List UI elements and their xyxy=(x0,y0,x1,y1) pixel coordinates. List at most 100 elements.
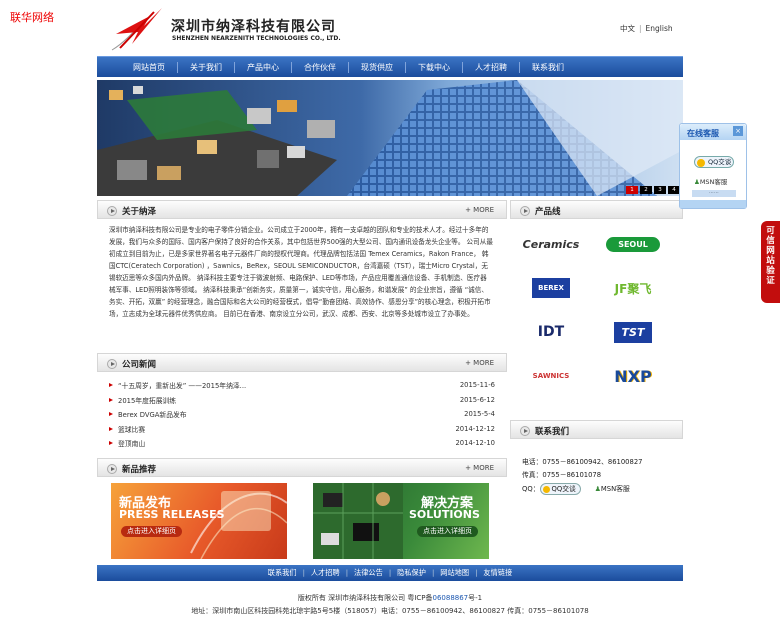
new-products-panel: 新品推荐 + MORE 新品发布 PRESS RELEASES 点击进入详细页 … xyxy=(97,458,507,562)
about-header: 关于纳泽 + MORE xyxy=(97,200,507,219)
icp-suffix: 号-1 xyxy=(468,594,483,602)
side-tab-char: 可 xyxy=(766,226,775,236)
contact-title: 联系我们 xyxy=(535,427,570,437)
news-item[interactable]: 2015年度拓展训练 2015-6-12 xyxy=(109,393,495,408)
qq-chat-button[interactable]: QQ交谈 xyxy=(539,483,581,495)
banner-pager: 1 2 3 4 xyxy=(626,186,680,194)
icp-link[interactable]: 06088867 xyxy=(433,594,469,602)
products-title: 新品推荐 xyxy=(122,465,157,475)
company-name-cn: 深圳市纳泽科技有限公司 xyxy=(171,19,336,35)
msn-link[interactable]: ♟MSN客服 xyxy=(595,485,630,493)
news-item-title[interactable]: 2015年度拓展训练 xyxy=(109,395,176,405)
nav-label[interactable]: 下载中心 xyxy=(418,62,450,73)
close-icon[interactable]: × xyxy=(733,126,743,136)
brand-berex-logo[interactable]: BEREX xyxy=(516,274,586,302)
company-name-en: SHENZHEN NEARZENITH TECHNOLOGIES CO., LT… xyxy=(172,35,341,42)
arrow-bullet-icon xyxy=(520,426,530,436)
brand-seoul-logo[interactable]: SEOUL xyxy=(598,230,668,258)
nav-label[interactable]: 人才招聘 xyxy=(475,62,507,73)
product-line-header: 产品线 xyxy=(510,200,683,219)
banner-page-button[interactable]: 1 xyxy=(626,186,638,194)
brand-label: JF聚飞 xyxy=(614,281,652,296)
nav-label[interactable]: 联系我们 xyxy=(532,62,564,73)
brand-label: BEREX xyxy=(532,278,570,298)
news-more-link[interactable]: + MORE xyxy=(465,359,494,367)
about-text: 深圳市纳泽科技有限公司是专业的电子零件分销企业。公司成立于2000年，拥有一支卓… xyxy=(109,226,493,318)
nav-item-partners[interactable]: 合作伙伴 xyxy=(304,62,361,73)
arrow-bullet-icon xyxy=(107,206,117,216)
nav-item-home[interactable]: 网站首页 xyxy=(133,62,190,73)
footer-copyright: 版权所有 深圳市纳泽科技有限公司 粤ICP备06088867号-1 xyxy=(0,593,780,603)
nav-item-download[interactable]: 下载中心 xyxy=(418,62,475,73)
footer-link-friends[interactable]: 友情链接 xyxy=(483,568,512,578)
news-item-date: 2015-5-4 xyxy=(464,410,495,419)
brand-sawnics-logo[interactable]: SAWNICS xyxy=(516,362,586,390)
footer-link-sitemap[interactable]: 网站地图 xyxy=(440,568,469,578)
nav-label[interactable]: 合作伙伴 xyxy=(304,62,336,73)
promo2-subtitle: SOLUTIONS xyxy=(409,508,480,521)
company-logo[interactable]: 深圳市纳泽科技有限公司 SHENZHEN NEARZENITH TECHNOLO… xyxy=(110,4,350,54)
about-panel: 关于纳泽 + MORE 深圳市纳泽科技有限公司是专业的电子零件分销企业。公司成立… xyxy=(97,200,507,348)
promo2-detail-button[interactable]: 点击进入详细页 xyxy=(417,526,478,537)
trusted-site-verification-tab[interactable]: 可 信 网 站 验 证 xyxy=(761,221,780,303)
language-switcher: 中文 | English xyxy=(620,24,673,33)
news-item[interactable]: “十五周岁，重新出发” ——2015年纳泽... 2015-11-6 xyxy=(109,378,495,393)
news-item-title[interactable]: 篮球比赛 xyxy=(109,424,145,434)
lang-en-link[interactable]: English xyxy=(646,24,673,33)
lang-cn-link[interactable]: 中文 xyxy=(620,24,635,33)
nav-label[interactable]: 现货供应 xyxy=(361,62,393,73)
brand-ceramics-logo[interactable]: Ceramics xyxy=(516,230,586,258)
news-item-date: 2015-11-6 xyxy=(459,381,495,390)
nav-label[interactable]: 产品中心 xyxy=(247,62,279,73)
float-msn-link[interactable]: ♟MSN客服 xyxy=(694,176,727,186)
brand-idt-logo[interactable]: IDT xyxy=(516,318,586,346)
brand-label: SAWNICS xyxy=(532,372,570,380)
footer-link-legal[interactable]: 法律公告 xyxy=(354,568,383,578)
online-service-title: 在线客服 xyxy=(687,129,719,138)
footer-link-jobs[interactable]: 人才招聘 xyxy=(311,568,340,578)
news-item-title[interactable]: Berex DVGA新品发布 xyxy=(109,409,187,419)
main-nav: 网站首页 关于我们 产品中心 合作伙伴 现货供应 下载中心 人才招聘 联系我们 xyxy=(97,56,683,77)
brand-label: TST xyxy=(613,321,653,343)
top-site-link[interactable]: 联华网络 xyxy=(10,9,54,25)
news-item[interactable]: Berex DVGA新品发布 2015-5-4 xyxy=(109,407,495,422)
banner-image xyxy=(97,80,683,196)
news-item-date: 2014-12-10 xyxy=(455,439,495,448)
nav-item-stock[interactable]: 现货供应 xyxy=(361,62,418,73)
press-release-promo[interactable]: 新品发布 PRESS RELEASES 点击进入详细页 xyxy=(111,483,287,559)
product-line-panel: 产品线 Ceramics SEOUL BEREX JF聚飞 IDT TST SA… xyxy=(510,200,683,414)
fax-value: 0755－86101078 xyxy=(542,470,602,479)
phone-label: 电话： xyxy=(522,458,543,466)
footer-link-contact[interactable]: 联系我们 xyxy=(268,568,297,578)
qq-penguin-icon xyxy=(697,158,705,167)
float-qq-button[interactable]: QQ交谈 xyxy=(694,156,734,168)
fax-label: 传真： xyxy=(522,470,543,479)
banner-page-button[interactable]: 2 xyxy=(640,186,652,194)
side-tab-char: 证 xyxy=(766,276,775,286)
promo1-detail-button[interactable]: 点击进入详细页 xyxy=(121,526,182,537)
product-line-title: 产品线 xyxy=(535,207,561,217)
news-item-date: 2014-12-12 xyxy=(455,424,495,433)
nav-label[interactable]: 关于我们 xyxy=(190,62,222,73)
float-service-bar: ⋯⋯ xyxy=(692,190,736,197)
news-item[interactable]: 篮球比赛 2014-12-12 xyxy=(109,422,495,437)
news-item[interactable]: 登顶南山 2014-12-10 xyxy=(109,436,495,451)
brand-tst-logo[interactable]: TST xyxy=(598,318,668,346)
solutions-promo[interactable]: 解决方案 SOLUTIONS 点击进入详细页 xyxy=(313,483,489,559)
footer-link-privacy[interactable]: 隐私保护 xyxy=(397,568,426,578)
brand-jf-logo[interactable]: JF聚飞 xyxy=(598,274,668,302)
nav-item-products[interactable]: 产品中心 xyxy=(247,62,304,73)
news-item-title[interactable]: “十五周岁，重新出发” ——2015年纳泽... xyxy=(109,380,246,390)
nav-item-contact[interactable]: 联系我们 xyxy=(532,62,564,73)
nav-item-about[interactable]: 关于我们 xyxy=(190,62,247,73)
about-more-link[interactable]: + MORE xyxy=(465,206,494,214)
nav-item-jobs[interactable]: 人才招聘 xyxy=(475,62,532,73)
side-tab-char: 信 xyxy=(766,236,775,246)
online-service-float: 在线客服 × QQ交谈 ♟MSN客服 ⋯⋯ xyxy=(679,123,747,209)
nav-label[interactable]: 网站首页 xyxy=(133,62,165,73)
brand-nxp-logo[interactable]: NXP xyxy=(598,362,668,390)
banner-page-button[interactable]: 3 xyxy=(654,186,666,194)
news-item-title[interactable]: 登顶南山 xyxy=(109,438,145,448)
products-more-link[interactable]: + MORE xyxy=(465,464,494,472)
qq-chat-label: QQ交谈 xyxy=(551,485,576,493)
